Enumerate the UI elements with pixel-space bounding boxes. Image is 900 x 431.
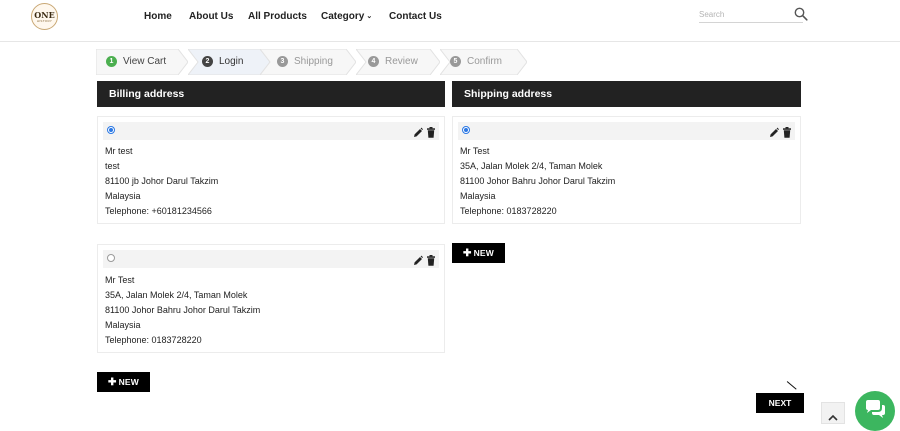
chevron-down-icon: ⌄ <box>366 13 373 20</box>
address-text: Mr Test 35A, Jalan Molek 2/4, Taman Mole… <box>460 144 615 219</box>
step-label: View Cart <box>123 56 167 67</box>
address-actions <box>769 125 792 138</box>
new-billing-address-button[interactable]: ✚ NEW <box>97 372 150 392</box>
step-number: 2 <box>202 56 213 67</box>
step-label: Confirm <box>467 56 503 67</box>
address-line: test <box>105 161 120 171</box>
billing-address-header: Billing address <box>97 81 445 107</box>
new-shipping-address-button[interactable]: ✚ NEW <box>452 243 505 263</box>
address-actions <box>413 125 436 138</box>
address-text: Mr Test 35A, Jalan Molek 2/4, Taman Mole… <box>105 273 260 348</box>
address-country: Malaysia <box>105 191 141 201</box>
shipping-address-card[interactable]: Mr Test 35A, Jalan Molek 2/4, Taman Mole… <box>452 116 801 224</box>
step-number: 5 <box>450 56 461 67</box>
step-shipping[interactable]: 3 Shipping <box>260 49 356 75</box>
address-city-state: 81100 jb Johor Darul Takzim <box>105 176 219 186</box>
address-name: Mr test <box>105 146 133 156</box>
chevron-up-icon <box>828 408 838 426</box>
new-button-label: NEW <box>473 248 495 258</box>
step-number: 3 <box>277 56 288 67</box>
next-button[interactable]: NEXT <box>756 393 804 413</box>
trash-icon[interactable] <box>782 125 792 138</box>
nav-category[interactable]: Category ⌄ <box>321 11 372 22</box>
step-label: Login <box>219 56 244 67</box>
address-name: Mr Test <box>105 275 135 285</box>
top-navigation-bar: ONE HISTORY Home About Us All Products C… <box>0 0 900 42</box>
step-confirm[interactable]: 5 Confirm <box>440 49 527 75</box>
step-number: 4 <box>368 56 379 67</box>
billing-address-card[interactable]: Mr Test 35A, Jalan Molek 2/4, Taman Mole… <box>97 244 445 353</box>
address-name: Mr Test <box>460 146 490 156</box>
nav-contact-us[interactable]: Contact Us <box>389 11 442 22</box>
plus-icon: ✚ <box>107 376 117 388</box>
address-city-state: 81100 Johor Bahru Johor Darul Takzim <box>460 176 616 186</box>
address-text: Mr test test 81100 jb Johor Darul Takzim… <box>105 144 218 219</box>
address-telephone: Telephone: +60181234566 <box>105 206 212 216</box>
nav-home[interactable]: Home <box>144 11 172 22</box>
address-telephone: Telephone: 0183728220 <box>105 335 202 345</box>
trash-icon[interactable] <box>426 125 436 138</box>
logo-text: ONE <box>34 9 55 20</box>
address-line: 35A, Jalan Molek 2/4, Taman Molek <box>105 290 248 300</box>
nav-category-label: Category <box>321 11 365 22</box>
logo-subtext: HISTORY <box>36 18 53 23</box>
step-review[interactable]: 4 Review <box>356 49 440 75</box>
address-line: 35A, Jalan Molek 2/4, Taman Molek <box>460 161 603 171</box>
pencil-icon[interactable] <box>769 125 779 137</box>
address-country: Malaysia <box>105 320 141 330</box>
billing-address-card[interactable]: Mr test test 81100 jb Johor Darul Takzim… <box>97 116 445 224</box>
step-login[interactable]: 2 Login <box>188 49 270 75</box>
address-radio-unselected[interactable] <box>107 254 115 262</box>
nav-all-products[interactable]: All Products <box>248 11 307 22</box>
step-view-cart[interactable]: 1 View Cart <box>96 49 188 75</box>
address-card-toolbar <box>103 122 439 140</box>
scroll-to-top-button[interactable] <box>821 402 845 424</box>
address-card-toolbar <box>103 250 439 268</box>
shipping-address-header: Shipping address <box>452 81 801 107</box>
nav-about-us[interactable]: About Us <box>189 11 233 22</box>
site-logo[interactable]: ONE HISTORY <box>31 3 58 30</box>
search-input[interactable] <box>699 6 803 23</box>
search-icon[interactable] <box>794 7 808 21</box>
plus-icon: ✚ <box>462 247 472 259</box>
address-telephone: Telephone: 0183728220 <box>460 206 557 216</box>
pencil-icon[interactable] <box>413 253 423 265</box>
trash-icon[interactable] <box>426 253 436 266</box>
mouse-cursor <box>786 381 797 390</box>
step-label: Shipping <box>294 56 333 67</box>
address-actions <box>413 253 436 266</box>
live-chat-button[interactable] <box>855 391 895 431</box>
pencil-icon[interactable] <box>413 125 423 137</box>
address-country: Malaysia <box>460 191 496 201</box>
address-radio-selected[interactable] <box>462 126 470 134</box>
step-number: 1 <box>106 56 117 67</box>
step-label: Review <box>385 56 418 67</box>
address-card-toolbar <box>458 122 795 140</box>
address-radio-selected[interactable] <box>107 126 115 134</box>
new-button-label: NEW <box>118 377 140 387</box>
address-city-state: 81100 Johor Bahru Johor Darul Takzim <box>105 305 261 315</box>
